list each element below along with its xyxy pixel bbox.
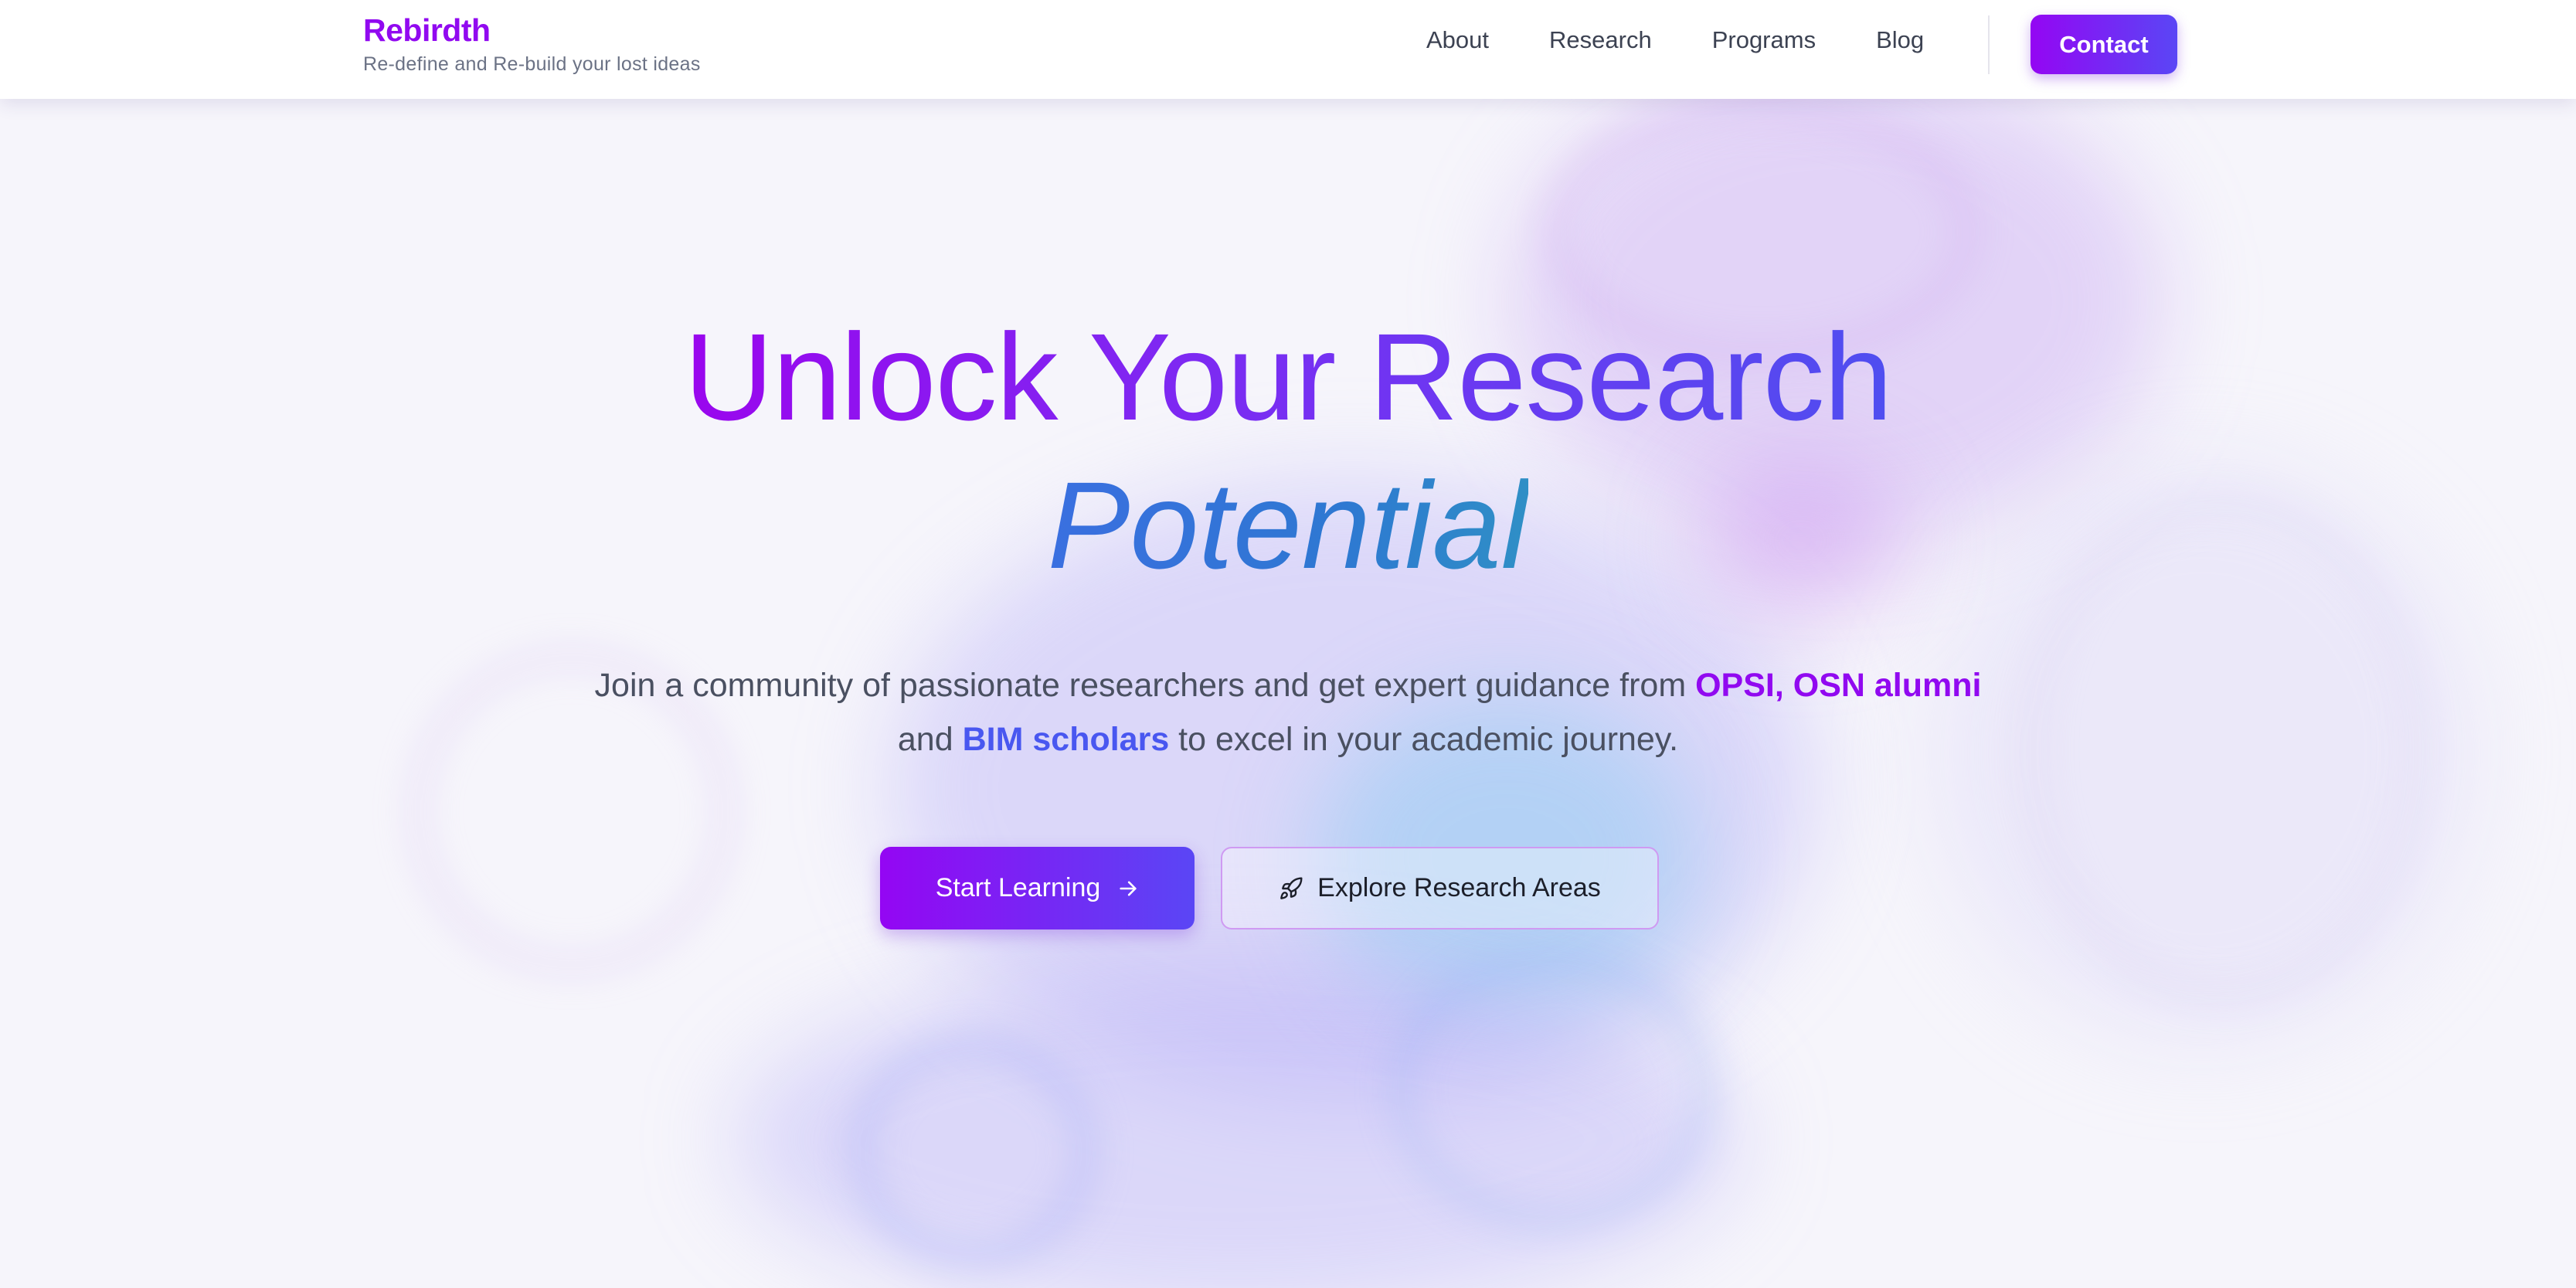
nav-link-programs[interactable]: Programs (1712, 26, 1816, 54)
nav-link-blog[interactable]: Blog (1876, 26, 1924, 54)
nav-divider (1988, 15, 1990, 74)
hero-subtitle: Join a community of passionate researche… (587, 658, 1989, 766)
hero-headline-line1: Unlock Your Research (684, 308, 1892, 446)
hero-headline-accent: Potential (0, 456, 2576, 595)
contact-button[interactable]: Contact (2031, 15, 2177, 74)
page: Rebirdth Re-define and Re-build your los… (0, 0, 2576, 1288)
start-learning-button[interactable]: Start Learning (880, 847, 1195, 929)
start-learning-label: Start Learning (935, 873, 1101, 902)
rocket-icon (1279, 876, 1303, 901)
site-header: Rebirdth Re-define and Re-build your los… (0, 0, 2576, 99)
main-nav: About Research Programs Blog (1426, 26, 1984, 54)
hero-headline-line2: Potential (1047, 456, 1529, 594)
subtitle-highlight-scholars: BIM scholars (962, 721, 1170, 758)
subtitle-text: to excel in your academic journey. (1169, 721, 1679, 758)
explore-research-areas-label: Explore Research Areas (1317, 873, 1601, 902)
subtitle-text: and (897, 721, 963, 758)
arrow-right-icon (1117, 878, 1139, 899)
hero-section: Unlock Your Research Potential Join a co… (0, 0, 2576, 1288)
nav-link-research[interactable]: Research (1549, 26, 1652, 54)
brand[interactable]: Rebirdth Re-define and Re-build your los… (363, 12, 701, 76)
subtitle-text: Join a community of passionate researche… (594, 667, 1696, 704)
subtitle-highlight-alumni: OPSI, OSN alumni (1695, 667, 1982, 704)
brand-tagline: Re-define and Re-build your lost ideas (363, 53, 701, 75)
hero-headline: Unlock Your Research (0, 308, 2576, 447)
nav-link-about[interactable]: About (1426, 26, 1489, 54)
brand-logo-text[interactable]: Rebirdth (363, 12, 701, 49)
explore-research-areas-button[interactable]: Explore Research Areas (1221, 847, 1659, 929)
